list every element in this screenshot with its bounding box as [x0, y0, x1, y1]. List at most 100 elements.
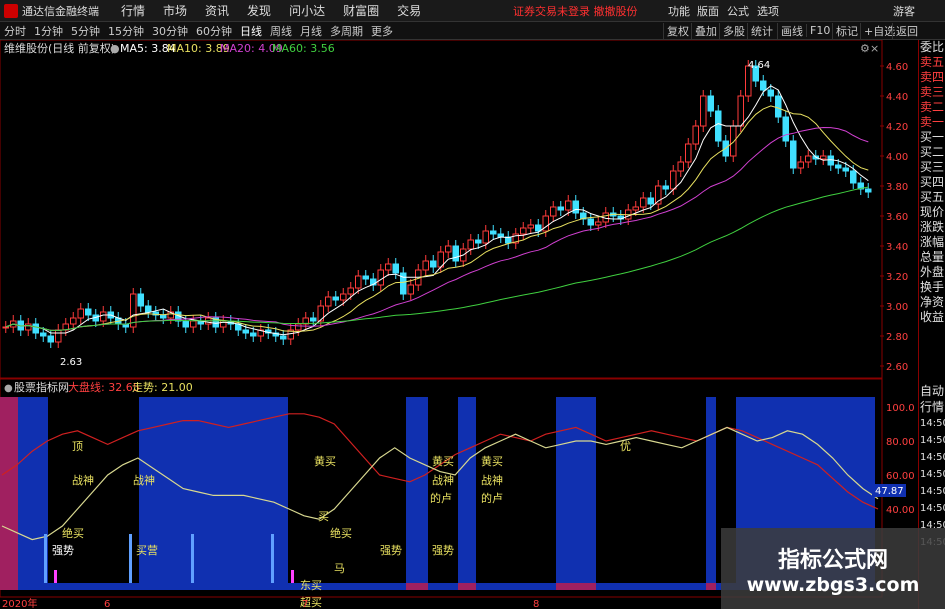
candle-down	[362, 275, 369, 280]
period-15min[interactable]: 15分钟	[107, 23, 145, 39]
y-tick: 4.00	[886, 152, 908, 163]
period-daily[interactable]: 日线	[239, 23, 263, 39]
menu-function[interactable]: 功能	[668, 3, 690, 19]
side-item: 现价	[920, 205, 945, 219]
zone-block	[406, 397, 428, 583]
watermark-url: www.zbgs3.com	[746, 574, 920, 596]
menu-trade[interactable]: 交易	[397, 2, 421, 19]
f10-button[interactable]: F10	[806, 24, 833, 37]
menu-layout[interactable]: 版面	[697, 3, 719, 19]
menu-news[interactable]: 资讯	[205, 2, 229, 19]
side-item: 涨跌	[920, 220, 945, 234]
annotation: 强势	[52, 544, 74, 557]
side-item: 涨幅	[920, 235, 945, 249]
candle-down	[85, 308, 92, 316]
candle-down	[760, 80, 767, 91]
signal-bar	[291, 570, 294, 583]
side-item: 总量	[920, 250, 945, 264]
zone-block	[18, 397, 48, 583]
candle-up	[70, 317, 77, 325]
period-intraday[interactable]: 分时	[3, 23, 27, 39]
side-item: 外盘	[920, 265, 945, 279]
chart-area[interactable]: 顶战神战神绝买强势买营黄买买绝买马强势黄买战神的卢黄买战神的卢强势优东买超买低 …	[0, 39, 918, 609]
legend-dot-icon: ●	[110, 42, 120, 55]
menu-formula[interactable]: 公式	[727, 3, 749, 19]
overlay-button[interactable]: 叠加	[691, 22, 720, 39]
annotation: 强势	[380, 544, 402, 557]
period-60min[interactable]: 60分钟	[195, 23, 233, 39]
candle-down	[647, 197, 654, 205]
candle-down	[242, 329, 249, 334]
side-item: 卖四	[920, 70, 945, 84]
y-tick: 3.60	[886, 212, 908, 223]
current-value: 47.87	[875, 486, 904, 497]
candle-up	[685, 143, 692, 163]
period-more[interactable]: 更多	[370, 23, 394, 39]
annotation: 的卢	[430, 491, 452, 505]
side-item: 买二	[920, 145, 945, 159]
side-lower-item: 自动	[920, 384, 945, 398]
login-notice[interactable]: 证券交易未登录 撤撤股份	[513, 3, 638, 19]
side-item: 买五	[920, 190, 945, 204]
annotation: 买	[318, 510, 329, 523]
candle-up	[797, 161, 804, 169]
candle-down	[32, 323, 39, 334]
candle-up	[670, 170, 677, 190]
annotation: 强势	[432, 544, 454, 557]
period-monthly[interactable]: 月线	[299, 23, 323, 39]
candle-down	[835, 164, 842, 169]
stats-button[interactable]: 统计	[747, 22, 776, 39]
draw-button[interactable]: 画线	[777, 22, 806, 39]
back-button[interactable]: 返回	[892, 22, 921, 39]
menu-ask[interactable]: 问小达	[289, 2, 325, 19]
menu-market[interactable]: 市场	[163, 2, 187, 19]
x-label-7: 7	[302, 599, 308, 609]
annotation: 战神	[481, 473, 503, 487]
candle-up	[527, 224, 534, 229]
annotation: 黄买	[481, 454, 503, 468]
settings-icon[interactable]: ⚙	[860, 42, 870, 55]
side-lower-item: 14:50	[920, 435, 945, 446]
guest-button[interactable]: 游客	[893, 3, 915, 19]
candle-down	[865, 188, 872, 193]
y-tick: 3.80	[886, 182, 908, 193]
candle-up	[100, 311, 107, 322]
close-icon[interactable]: ×	[870, 42, 879, 55]
menu-options[interactable]: 选项	[757, 3, 779, 19]
zone-strip-mark	[458, 583, 476, 590]
side-item: 委比	[920, 40, 945, 54]
x-label-2020: 2020年	[2, 597, 37, 609]
candle-up	[550, 206, 557, 217]
multi-stock-button[interactable]: 多股	[719, 22, 748, 39]
period-1min[interactable]: 1分钟	[33, 23, 64, 39]
ind-y-tick: 80.00	[886, 437, 915, 448]
period-5min[interactable]: 5分钟	[70, 23, 101, 39]
candle-up	[640, 197, 647, 208]
menu-bar: 通达信金融终端 行情 市场 资讯 发现 问小达 财富圈 交易 证券交易未登录 撤…	[0, 0, 945, 22]
menu-wealth[interactable]: 财富圈	[343, 2, 379, 19]
candle-up	[355, 275, 362, 289]
candle-up	[385, 263, 392, 271]
annotation: 马	[334, 562, 345, 575]
adjust-button[interactable]: 复权	[663, 22, 692, 39]
candle-down	[452, 245, 459, 262]
candle-down	[572, 200, 579, 214]
menu-quotes[interactable]: 行情	[121, 2, 145, 19]
kline-chart[interactable]: 顶战神战神绝买强势买营黄买买绝买马强势黄买战神的卢黄买战神的卢强势优东买超买低 …	[0, 39, 918, 609]
menu-discover[interactable]: 发现	[247, 2, 271, 19]
watermark: 指标公式网 www.zbgs3.com	[721, 528, 945, 609]
period-multi[interactable]: 多周期	[329, 23, 364, 39]
stock-label: 维维股份(日线 前复权)	[4, 41, 115, 55]
candle-down	[707, 95, 714, 112]
candle-down	[182, 320, 189, 328]
candle-down	[662, 185, 669, 190]
candle-up	[340, 293, 347, 301]
period-weekly[interactable]: 周线	[269, 23, 293, 39]
mark-button[interactable]: 标记	[832, 22, 861, 39]
candle-up	[190, 320, 197, 328]
signal-bar	[271, 534, 274, 583]
annotation: 买营	[136, 543, 158, 557]
candle-up	[820, 155, 827, 160]
period-30min[interactable]: 30分钟	[151, 23, 189, 39]
side-item: 卖五	[920, 55, 945, 69]
